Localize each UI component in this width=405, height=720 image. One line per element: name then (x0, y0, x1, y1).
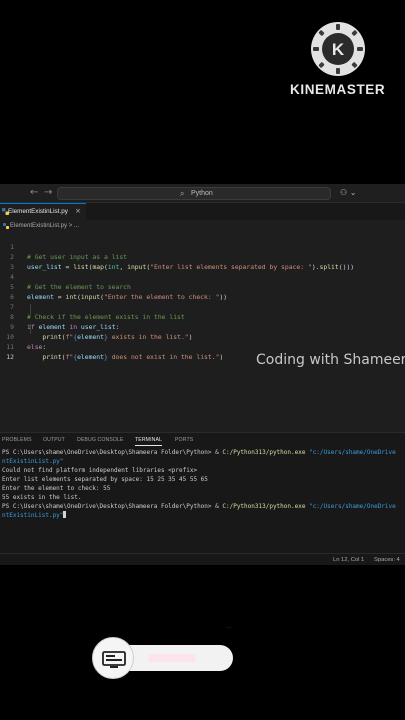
code-line: 9 print(f"{element} exists in the list."… (10, 323, 193, 341)
forward-arrow-icon[interactable]: → (44, 187, 52, 199)
status-bar: Ln 12, Col 1 Spaces: 4 (0, 553, 405, 565)
cursor-position[interactable]: Ln 12, Col 1 (333, 556, 364, 564)
terminal-line: Enter the element to check: 55 (2, 485, 111, 492)
code-line: 7 # Check if the element exists in the l… (10, 303, 185, 321)
copilot-icon[interactable]: ⚇ ⌄ (340, 187, 356, 199)
code-editor[interactable]: 1 # Get user input as a list 2 user_list… (0, 232, 405, 432)
video-caption: Coding with Shameera (256, 352, 405, 368)
tab-ports[interactable]: PORTS (175, 436, 193, 444)
terminal-cursor (63, 511, 67, 518)
tab-label: ElementExistinList.py (8, 208, 68, 215)
screen-record-button[interactable] (92, 637, 134, 679)
recorder-label: .... (226, 624, 232, 629)
title-bar: ← → ⌕ Python ⚇ ⌄ (0, 184, 405, 203)
python-file-icon (3, 223, 9, 229)
recorder-pill-track (148, 654, 196, 662)
code-line: 3 (10, 263, 14, 271)
bottom-panel: PROBLEMS OUTPUT DEBUG CONSOLE TERMINAL P… (0, 432, 405, 559)
code-line: 8 if element in user_list: (10, 313, 120, 331)
screen-record-icon (102, 651, 126, 668)
code-line: 4 # Get the element to search (10, 273, 131, 291)
terminal-output[interactable]: PS C:\Users\shame\OneDrive\Desktop\Shame… (2, 448, 405, 520)
tab-debug-console[interactable]: DEBUG CONSOLE (77, 436, 124, 444)
tab-terminal[interactable]: TERMINAL (135, 436, 163, 446)
terminal-line: 55 exists in the list. (2, 494, 82, 501)
code-line: 1 # Get user input as a list (10, 243, 128, 261)
search-icon: ⌕ (180, 189, 185, 198)
tab-element-exist-in-list[interactable]: ElementExistinList.py × (0, 203, 86, 220)
editor-tab-bar: ElementExistinList.py × (0, 203, 405, 220)
code-line: 2 user_list = list(map(int, input("Enter… (10, 253, 355, 271)
tab-output[interactable]: OUTPUT (43, 436, 65, 444)
close-icon[interactable]: × (75, 206, 81, 216)
terminal-line: PS C:\Users\shame\OneDrive\Desktop\Shame… (2, 449, 396, 456)
terminal-line: ntExistinList.py" (2, 511, 405, 520)
code-line: 5 element = int(input("Enter the element… (10, 283, 228, 301)
kinemaster-logo-letter: K (332, 40, 345, 59)
panel-tabs: PROBLEMS OUTPUT DEBUG CONSOLE TERMINAL P… (0, 433, 405, 446)
kinemaster-wordmark: KINEMASTER (290, 82, 386, 97)
terminal-line: Could not find platform independent libr… (2, 467, 198, 474)
command-center-label: Python (191, 190, 213, 197)
code-line: 11 print(f"{element} does not exist in t… (6, 343, 224, 361)
back-arrow-icon[interactable]: ← (30, 187, 38, 199)
terminal-line: ntExistinList.py" (2, 458, 64, 465)
code-line: 10 else: (6, 333, 47, 351)
command-center-search[interactable]: ⌕ Python (57, 187, 331, 200)
terminal-line: Enter list elements separated by space: … (2, 476, 208, 483)
indentation-setting[interactable]: Spaces: 4 (374, 556, 400, 564)
breadcrumb-text: ElementExistinList.py > ... (10, 223, 79, 229)
tab-problems[interactable]: PROBLEMS (2, 436, 32, 444)
code-line: 6 (10, 293, 14, 301)
kinemaster-logo-icon: K (311, 22, 365, 76)
vscode-window: ← → ⌕ Python ⚇ ⌄ ElementExistinList.py ×… (0, 184, 405, 565)
terminal-line: PS C:\Users\shame\OneDrive\Desktop\Shame… (2, 503, 396, 510)
